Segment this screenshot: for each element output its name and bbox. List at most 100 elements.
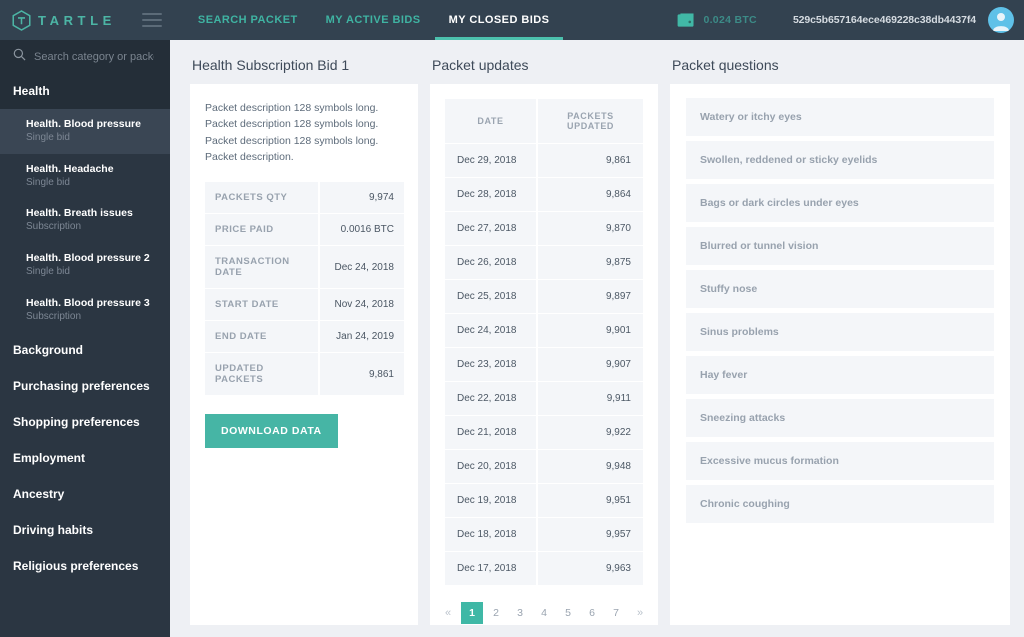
pagination-page-6[interactable]: 6 (581, 602, 603, 624)
spec-key: TRANSACTION DATE (205, 246, 321, 289)
packet-type: Single bid (26, 132, 70, 144)
cell-packets: 9,870 (538, 212, 643, 245)
download-data-button[interactable]: DOWNLOAD DATA (205, 414, 338, 449)
table-row: Dec 25, 2018 9,897 (445, 280, 643, 313)
table-row: Dec 29, 2018 9,861 (445, 144, 643, 177)
cell-date: Dec 29, 2018 (445, 144, 539, 177)
cell-packets: 9,864 (538, 178, 643, 211)
sidebar-item-driving-habits[interactable]: Driving habits (0, 512, 170, 548)
search-input[interactable] (34, 50, 154, 63)
list-item[interactable]: Sinus problems (686, 313, 994, 351)
list-item[interactable]: Bags or dark circles under eyes (686, 184, 994, 222)
wallet-icon (677, 12, 696, 28)
pagination-page-2[interactable]: 2 (485, 602, 507, 624)
packet-name: Health. Headache (26, 162, 114, 175)
sidebar-category-health[interactable]: Health (0, 73, 170, 109)
table-row: Dec 24, 2018 9,901 (445, 314, 643, 347)
packet-questions-title: Packet questions (672, 57, 779, 73)
main-nav: SEARCH PACKET MY ACTIVE BIDS MY CLOSED B… (184, 0, 564, 40)
table-row: Dec 27, 2018 9,870 (445, 212, 643, 245)
cell-date: Dec 28, 2018 (445, 178, 539, 211)
packet-type: Single bid (26, 266, 70, 277)
app-header: TARTLE SEARCH PACKET MY ACTIVE BIDS MY C… (0, 0, 1024, 40)
sidebar-item-employment[interactable]: Employment (0, 440, 170, 476)
sidebar-packet-item[interactable]: Health. Headache Single bid (0, 154, 170, 199)
table-header-row: DATE PACKETS UPDATED (445, 99, 643, 143)
pagination-page-5[interactable]: 5 (557, 602, 579, 624)
sidebar-item-ancestry[interactable]: Ancestry (0, 476, 170, 512)
cell-date: Dec 17, 2018 (445, 552, 539, 585)
cell-packets: 9,963 (538, 552, 643, 585)
list-item[interactable]: Excessive mucus formation (686, 442, 994, 480)
table-row: START DATE Nov 24, 2018 (205, 289, 404, 321)
list-item[interactable]: Hay fever (686, 356, 994, 394)
list-item[interactable]: Watery or itchy eyes (686, 98, 994, 136)
list-item[interactable]: Blurred or tunnel vision (686, 227, 994, 265)
cell-packets: 9,861 (538, 144, 643, 177)
packet-type: Subscription (26, 310, 82, 322)
main-content: Health Subscription Bid 1 Packet descrip… (170, 40, 1024, 637)
table-row: UPDATED PACKETS 9,861 (205, 353, 404, 396)
cell-date: Dec 24, 2018 (445, 314, 539, 347)
wallet-address[interactable]: 529c5b657164ece469228c38db4437f4 (793, 14, 976, 26)
table-row: Dec 26, 2018 9,875 (445, 246, 643, 279)
brand-logo[interactable]: TARTLE (0, 9, 116, 31)
list-item[interactable]: Chronic coughing (686, 485, 994, 523)
sidebar-item-shopping-preferences[interactable]: Shopping preferences (0, 404, 170, 440)
cell-date: Dec 22, 2018 (445, 382, 539, 415)
table-row: TRANSACTION DATE Dec 24, 2018 (205, 246, 404, 289)
nav-my-closed-bids[interactable]: MY CLOSED BIDS (434, 0, 564, 40)
packet-name: Health. Blood pressure 3 (26, 296, 150, 309)
packet-updates-column: Packet updates DATE PACKETS UPDATED Dec … (430, 40, 658, 637)
wallet-balance[interactable]: 0.024 BTC (677, 12, 757, 28)
sidebar-packet-item[interactable]: Health. Blood pressure Single bid (0, 109, 170, 154)
sidebar-item-purchasing-preferences[interactable]: Purchasing preferences (0, 368, 170, 404)
brand-name: TARTLE (38, 12, 116, 28)
pagination-next[interactable]: » (629, 602, 651, 624)
page-title: Health Subscription Bid 1 (192, 57, 350, 73)
sidebar-packet-item[interactable]: Health. Blood pressure 2 Single bid (0, 243, 170, 288)
nav-search-packet[interactable]: SEARCH PACKET (184, 0, 312, 40)
list-item[interactable]: Sneezing attacks (686, 399, 994, 437)
sidebar-packet-item[interactable]: Health. Blood pressure 3 Subscription (0, 288, 170, 333)
table-row: Dec 22, 2018 9,911 (445, 382, 643, 415)
table-row: PACKETS QTY 9,974 (205, 182, 404, 214)
cell-packets: 9,875 (538, 246, 643, 279)
spec-value: 0.0016 BTC (320, 214, 404, 246)
packet-questions-column: Packet questions Watery or itchy eyes Sw… (670, 40, 1010, 637)
spec-key: PRICE PAID (205, 214, 321, 246)
cell-packets: 9,948 (538, 450, 643, 483)
sidebar-search[interactable] (0, 40, 170, 73)
cell-packets: 9,957 (538, 518, 643, 551)
pagination-prev[interactable]: « (437, 602, 459, 624)
header-right: 0.024 BTC 529c5b657164ece469228c38db4437… (677, 7, 1024, 33)
list-item[interactable]: Swollen, reddened or sticky eyelids (686, 141, 994, 179)
cell-packets: 9,907 (538, 348, 643, 381)
table-row: PRICE PAID 0.0016 BTC (205, 214, 404, 246)
cell-date: Dec 23, 2018 (445, 348, 539, 381)
sidebar-item-religious-preferences[interactable]: Religious preferences (0, 548, 170, 584)
avatar[interactable] (988, 7, 1014, 33)
hamburger-icon[interactable] (141, 13, 162, 27)
spec-key: END DATE (205, 321, 321, 353)
column-header-date: DATE (445, 99, 539, 143)
pagination-page-4[interactable]: 4 (533, 602, 555, 624)
pagination-page-1[interactable]: 1 (461, 602, 483, 624)
wallet-amount: 0.024 BTC (703, 14, 757, 26)
pagination-page-3[interactable]: 3 (509, 602, 531, 624)
spec-value: Nov 24, 2018 (320, 289, 404, 321)
spec-value: Dec 24, 2018 (320, 246, 404, 289)
cell-date: Dec 26, 2018 (445, 246, 539, 279)
packet-updates-table: DATE PACKETS UPDATED Dec 29, 2018 9,861 D… (445, 98, 643, 586)
nav-my-active-bids[interactable]: MY ACTIVE BIDS (312, 0, 435, 40)
table-row: Dec 20, 2018 9,948 (445, 450, 643, 483)
list-item[interactable]: Stuffy nose (686, 270, 994, 308)
spec-key: PACKETS QTY (205, 182, 321, 214)
packet-name: Health. Blood pressure (26, 118, 141, 130)
sidebar-packet-item[interactable]: Health. Breath issues Subscription (0, 198, 170, 243)
packet-name: Health. Blood pressure 2 (26, 251, 150, 264)
pagination-page-7[interactable]: 7 (605, 602, 627, 624)
table-row: END DATE Jan 24, 2019 (205, 321, 404, 353)
cell-date: Dec 19, 2018 (445, 484, 539, 517)
sidebar-item-background[interactable]: Background (0, 332, 170, 368)
